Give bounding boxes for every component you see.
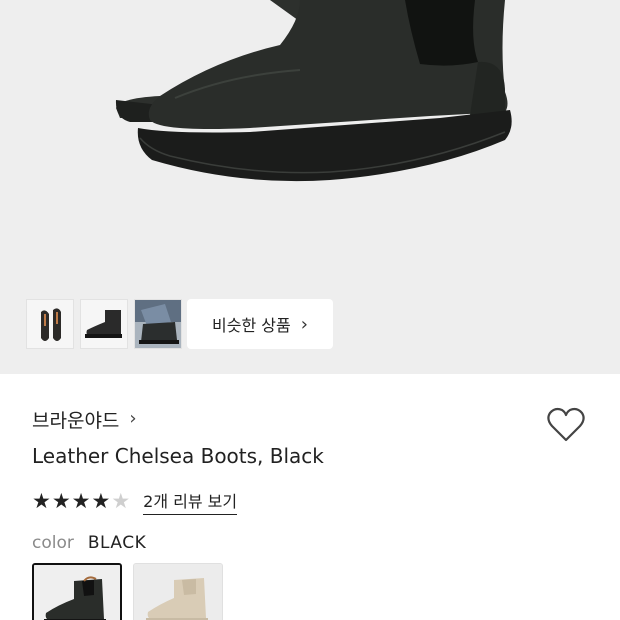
review-link[interactable]: 2개 리뷰 보기	[143, 488, 238, 515]
similar-products-button[interactable]: 비슷한 상품 ›	[187, 299, 333, 349]
star-filled-icon: ★	[51, 489, 71, 513]
rating-row: ★ ★ ★ ★ ★ 2개 리뷰 보기	[32, 488, 238, 515]
color-value: BLACK	[87, 533, 147, 553]
chevron-right-icon: ›	[129, 407, 137, 429]
black-boot-swatch-image	[34, 565, 120, 620]
color-row: color BLACK	[32, 533, 146, 553]
swatch-black[interactable]	[32, 563, 122, 620]
star-filled-icon: ★	[91, 489, 111, 513]
thumbnail-3[interactable]	[134, 299, 182, 349]
brand-name: 브라운야드	[32, 409, 120, 432]
thumbnail-2[interactable]	[80, 299, 128, 349]
boot-side-thumbnail-icon	[81, 300, 127, 348]
thumbnail-1[interactable]	[26, 299, 74, 349]
star-empty-icon: ★	[111, 489, 131, 513]
boot-worn-thumbnail-icon	[135, 300, 181, 348]
product-image-gallery[interactable]: 비슷한 상품 ›	[0, 0, 620, 374]
chevron-right-icon: ›	[300, 313, 308, 335]
color-label: color	[32, 533, 74, 553]
beige-boot-swatch-image	[134, 564, 222, 620]
heart-icon[interactable]	[546, 406, 586, 444]
star-filled-icon: ★	[71, 489, 91, 513]
swatch-beige[interactable]	[133, 563, 223, 620]
product-title: Leather Chelsea Boots, Black	[32, 444, 324, 468]
similar-products-label: 비슷한 상품	[212, 316, 291, 335]
brand-link[interactable]: 브라운야드 ›	[32, 405, 137, 433]
boot-pair-thumbnail-icon	[27, 300, 73, 348]
star-filled-icon: ★	[32, 489, 51, 513]
